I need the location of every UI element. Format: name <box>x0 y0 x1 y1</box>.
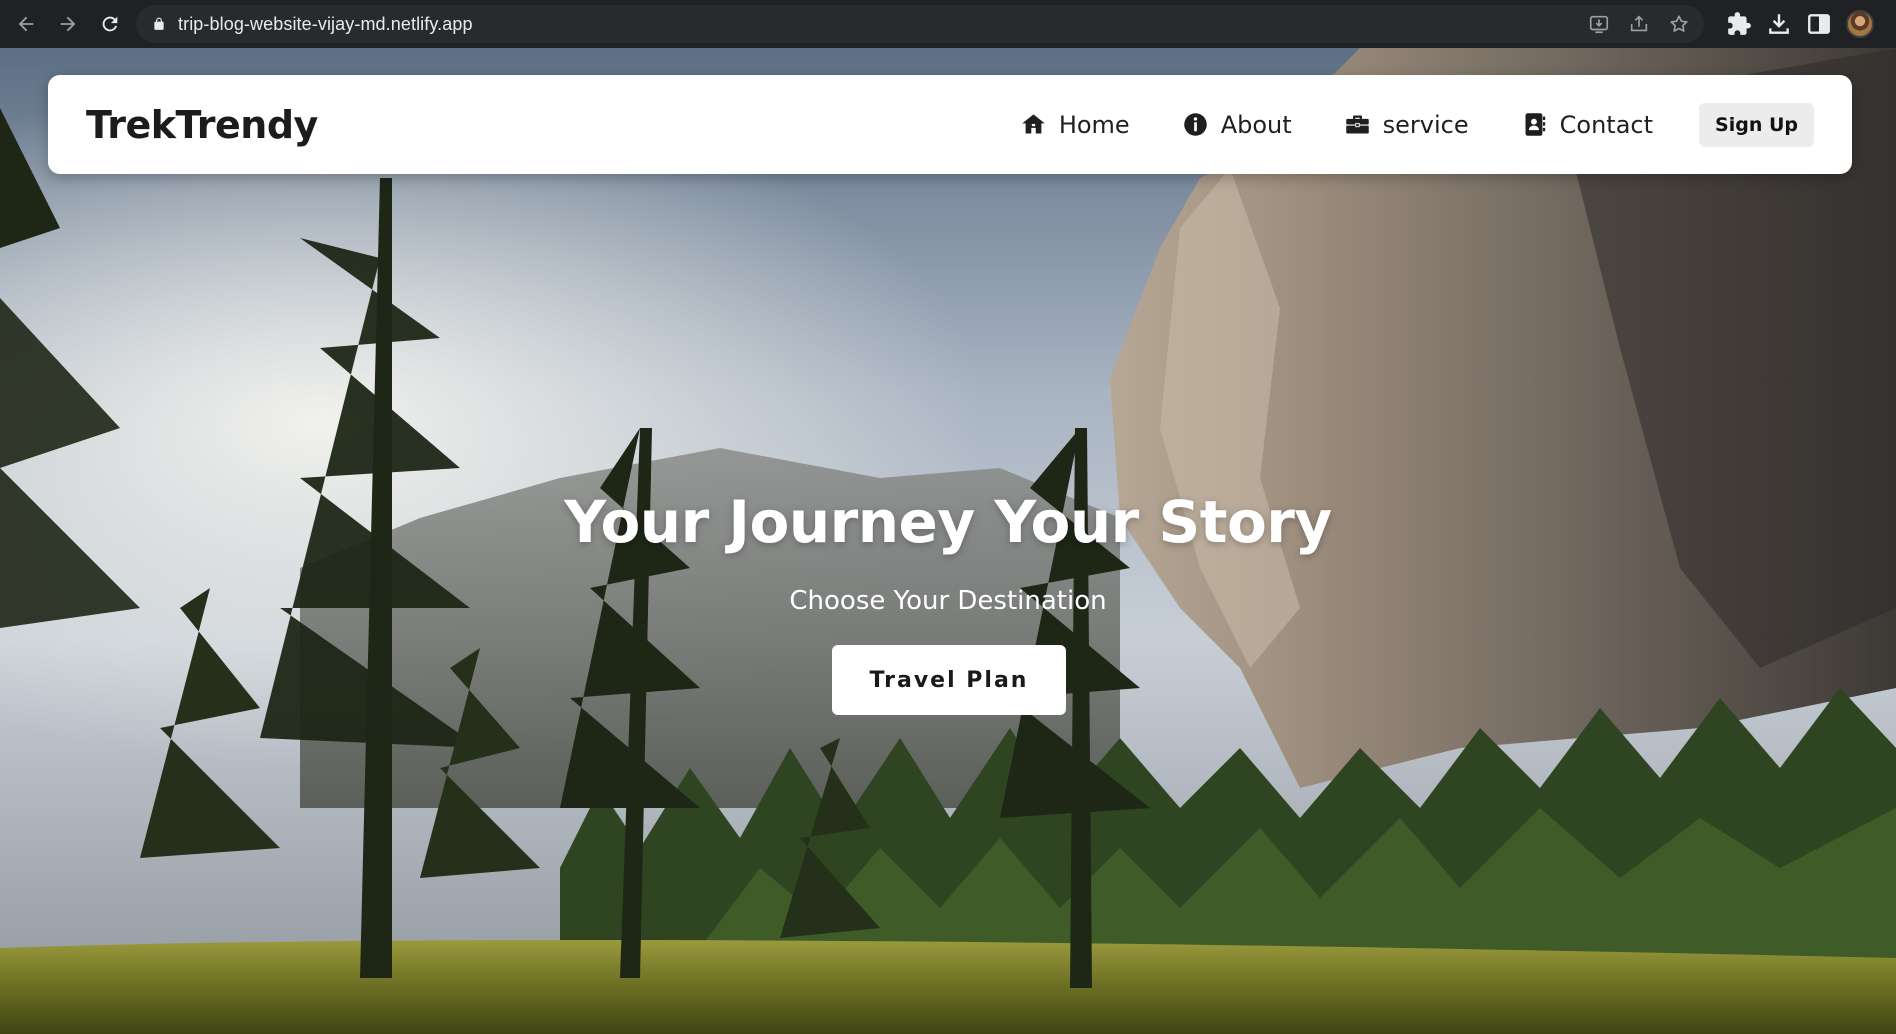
nav-label-contact: Contact <box>1559 110 1653 139</box>
share-icon[interactable] <box>1628 13 1650 35</box>
nav-label-service: service <box>1382 110 1469 139</box>
info-icon <box>1183 113 1207 136</box>
nav-links: Home About service Contact Sign Up <box>968 75 1814 174</box>
sign-up-button[interactable]: Sign Up <box>1699 102 1814 147</box>
extensions-icon[interactable] <box>1726 11 1752 37</box>
back-arrow-icon[interactable] <box>6 4 46 44</box>
brand-logo[interactable]: TrekTrendy <box>86 103 318 147</box>
install-app-icon[interactable] <box>1588 13 1610 35</box>
home-icon <box>1022 114 1045 134</box>
nav-item-about[interactable]: About <box>1182 111 1292 139</box>
page-viewport: TrekTrendy Home About service Contact Si… <box>0 48 1896 1034</box>
nav-item-contact[interactable]: Contact <box>1521 111 1653 139</box>
address-bar[interactable]: trip-blog-website-vijay-md.netlify.app <box>136 5 1704 43</box>
contact-card-icon <box>1525 113 1545 136</box>
top-navbar: TrekTrendy Home About service Contact Si… <box>48 75 1852 174</box>
briefcase-icon <box>1345 115 1369 134</box>
download-icon[interactable] <box>1766 11 1792 37</box>
forward-arrow-icon[interactable] <box>48 4 88 44</box>
profile-avatar[interactable] <box>1846 10 1874 38</box>
nav-item-service[interactable]: service <box>1344 111 1469 139</box>
star-icon[interactable] <box>1668 13 1690 35</box>
browser-toolbar: trip-blog-website-vijay-md.netlify.app <box>0 0 1896 48</box>
nav-label-home: Home <box>1058 110 1130 139</box>
lock-icon[interactable] <box>152 17 166 31</box>
nav-item-home[interactable]: Home <box>1020 111 1130 139</box>
side-panel-icon[interactable] <box>1806 11 1832 37</box>
nav-label-about: About <box>1220 110 1292 139</box>
url-text[interactable]: trip-blog-website-vijay-md.netlify.app <box>178 14 473 35</box>
travel-plan-button[interactable]: Travel Plan <box>832 645 1066 715</box>
reload-icon[interactable] <box>90 4 130 44</box>
hero-background-image <box>0 48 1896 1034</box>
